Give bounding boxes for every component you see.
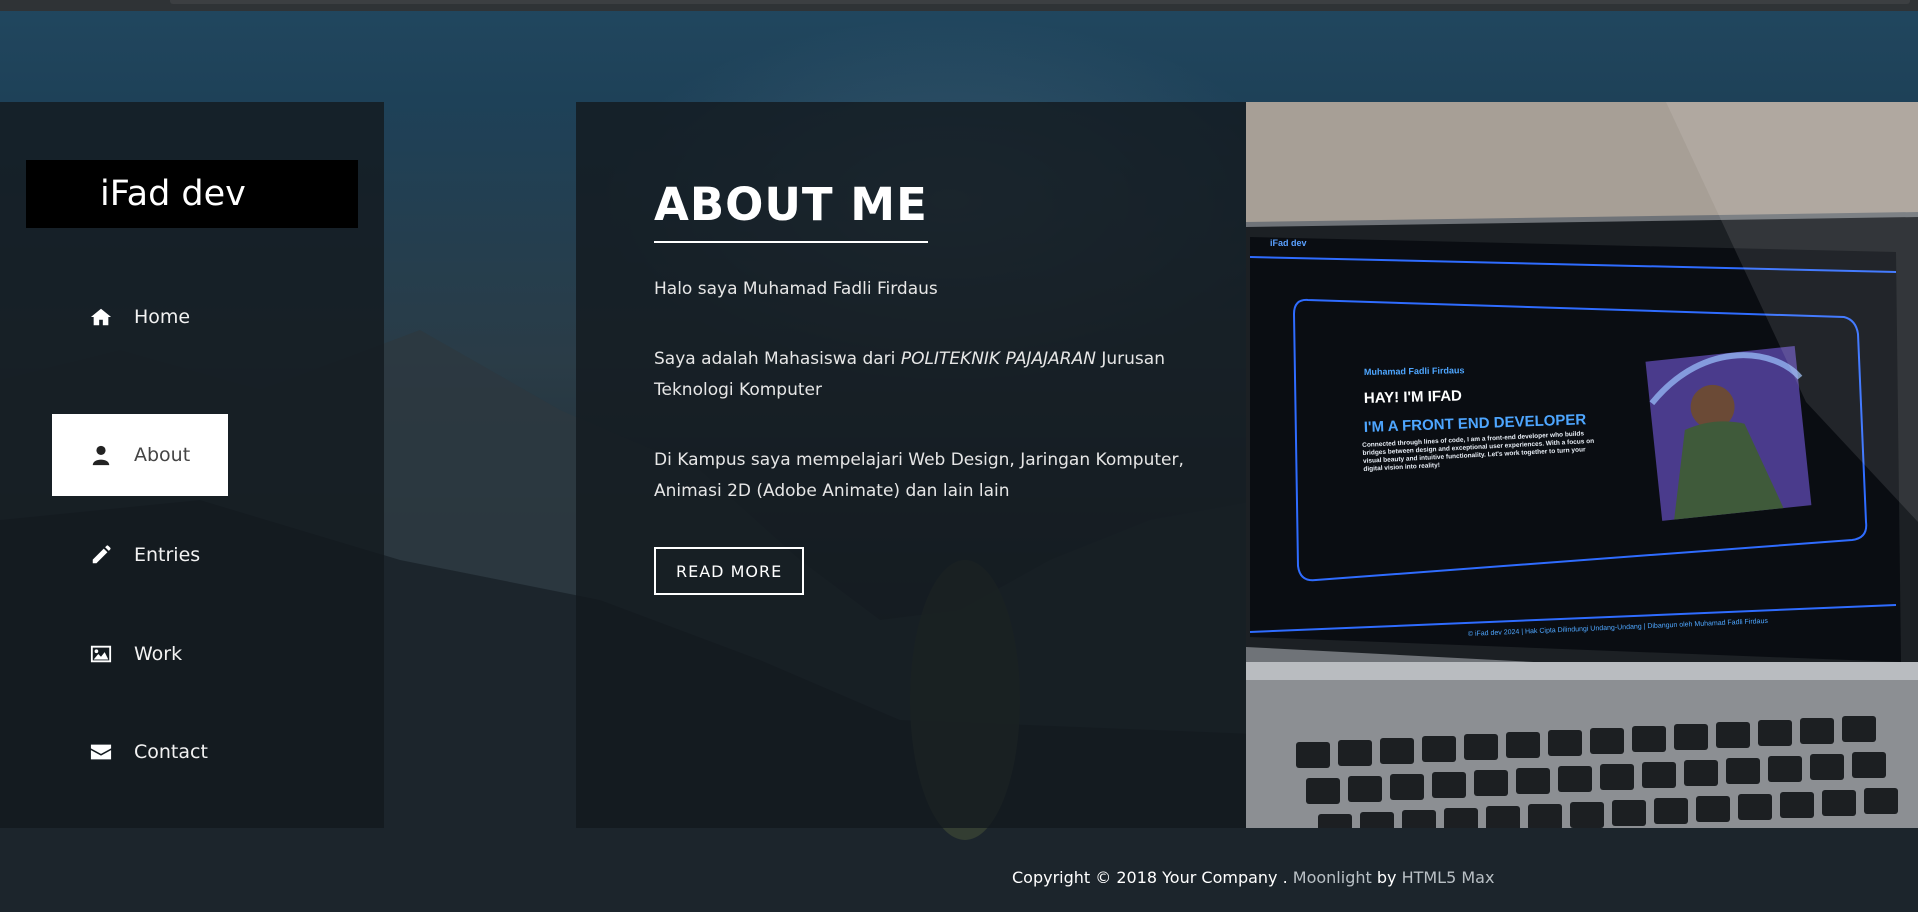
pencil-icon bbox=[90, 544, 112, 566]
nav-label-entries: Entries bbox=[134, 544, 201, 566]
about-subjects: Di Kampus saya mempelajari Web Design, J… bbox=[654, 450, 1184, 501]
nav-item-home[interactable]: Home bbox=[52, 276, 228, 358]
browser-top-strip-inner bbox=[170, 0, 1910, 4]
nav-label-about: About bbox=[134, 444, 191, 466]
brand-name: iFad dev bbox=[100, 174, 246, 214]
sidebar: iFad dev Home About Entries Work Contact bbox=[0, 102, 384, 828]
nav-item-about[interactable]: About bbox=[52, 414, 228, 496]
nav-label-work: Work bbox=[134, 643, 183, 665]
image-icon bbox=[90, 643, 112, 665]
about-study-program: Saya adalah Mahasiswa dari POLITEKNIK PA… bbox=[654, 344, 1184, 406]
user-icon bbox=[90, 444, 112, 466]
screen-brand: iFad dev bbox=[1270, 238, 1307, 248]
screen-person-name: Muhamad Fadli Firdaus bbox=[1364, 365, 1465, 377]
nav-label-contact: Contact bbox=[134, 741, 208, 763]
footer-theme-link[interactable]: Moonlight bbox=[1293, 868, 1372, 887]
about-college-name: POLITEKNIK PAJAJARAN bbox=[900, 349, 1096, 369]
read-more-button[interactable]: READ MORE bbox=[654, 547, 805, 595]
screen-profile-photo bbox=[1645, 346, 1812, 521]
page-title: ABOUT ME bbox=[654, 178, 928, 243]
nav-label-home: Home bbox=[134, 306, 191, 328]
brand-logo[interactable]: iFad dev bbox=[26, 160, 358, 228]
nav-item-work[interactable]: Work bbox=[52, 613, 228, 695]
about-intro: Halo saya Muhamad Fadli Firdaus bbox=[654, 279, 938, 299]
laptop-illustration: iFad dev Muhamad Fadli Firdaus HAY! I'M … bbox=[1246, 102, 1918, 828]
envelope-icon bbox=[90, 741, 112, 763]
laptop-photo: iFad dev Muhamad Fadli Firdaus HAY! I'M … bbox=[1246, 102, 1918, 828]
nav-item-entries[interactable]: Entries bbox=[52, 514, 228, 596]
home-icon bbox=[90, 306, 112, 328]
about-panel: ABOUT ME Halo saya Muhamad Fadli Firdaus… bbox=[576, 102, 1246, 828]
screen-heading-1: HAY! I'M IFAD bbox=[1364, 387, 1463, 407]
browser-top-strip bbox=[0, 0, 1918, 11]
footer-author-link[interactable]: HTML5 Max bbox=[1402, 868, 1495, 887]
footer-by: by bbox=[1371, 868, 1402, 887]
about-study-text-1: Saya adalah Mahasiswa dari bbox=[654, 349, 901, 369]
footer-text: Copyright © 2018 Your Company . Moonligh… bbox=[1012, 868, 1494, 887]
nav-item-contact[interactable]: Contact bbox=[52, 711, 228, 793]
footer-copyright: Copyright © 2018 Your Company . bbox=[1012, 868, 1293, 887]
